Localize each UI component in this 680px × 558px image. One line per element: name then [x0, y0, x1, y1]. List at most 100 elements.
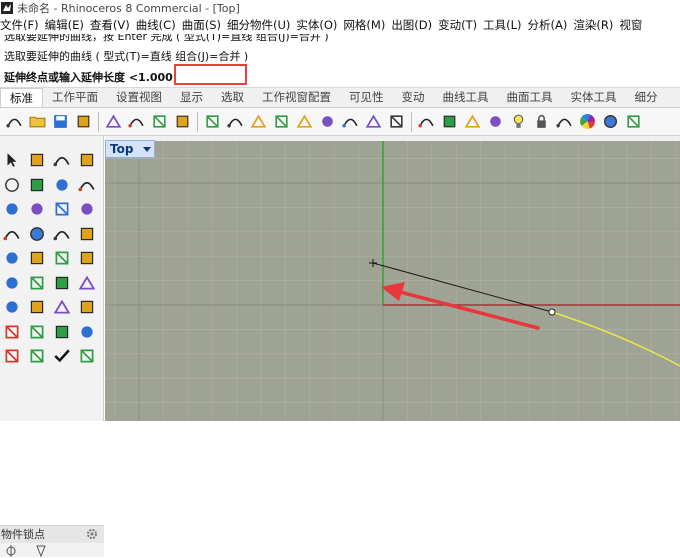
menu-item[interactable]: 编辑(E) [45, 17, 90, 33]
tab[interactable]: 选取 [212, 88, 253, 107]
grid-plane-button[interactable] [439, 111, 460, 133]
open-folder-button[interactable] [27, 111, 48, 133]
cut-icon [128, 118, 144, 128]
tab[interactable]: 细分 [626, 88, 667, 107]
menu-item[interactable]: 曲线(C) [136, 17, 182, 33]
arc-tool[interactable] [75, 173, 99, 197]
tab[interactable]: 曲线工具 [434, 88, 498, 107]
help-button[interactable] [623, 111, 644, 133]
trim-tool[interactable] [50, 246, 74, 270]
undo-button[interactable] [202, 111, 223, 133]
sphere-tool[interactable] [25, 222, 49, 246]
tab[interactable]: 显示 [171, 88, 212, 107]
tab[interactable]: 工作视窗配置 [253, 88, 340, 107]
bolt-tool[interactable] [25, 344, 49, 368]
menu-item[interactable]: 网格(M) [343, 17, 391, 33]
curve-tool[interactable] [75, 148, 99, 172]
tab[interactable]: 实体工具 [562, 88, 626, 107]
solid-box-tool[interactable] [0, 320, 24, 344]
scale-tool[interactable] [75, 295, 99, 319]
polyline-tool[interactable] [50, 148, 74, 172]
menu-item[interactable]: 查看(V) [90, 17, 136, 33]
command-input[interactable] [174, 64, 247, 85]
gear-icon[interactable] [86, 528, 98, 540]
tab[interactable]: 标准 [0, 88, 43, 107]
dimension-tool[interactable] [0, 344, 24, 368]
light-bulb-button[interactable] [508, 111, 529, 133]
grid-array-tool[interactable] [50, 320, 74, 344]
arc-center-tool[interactable] [25, 173, 49, 197]
new-file-button[interactable] [4, 111, 25, 133]
zoom-window-button[interactable] [294, 111, 315, 133]
curve-endpoint[interactable] [548, 308, 556, 316]
cut-button[interactable] [126, 111, 147, 133]
print-button[interactable] [73, 111, 94, 133]
chevron-down-icon[interactable] [143, 146, 151, 152]
curve-tool-tool[interactable] [50, 271, 74, 295]
zoom-button[interactable] [271, 111, 292, 133]
point-tool[interactable] [25, 148, 49, 172]
osnap-icon[interactable] [4, 544, 18, 558]
menu-item[interactable]: 细分物件(U) [227, 17, 296, 33]
tab[interactable]: 设置视图 [107, 88, 171, 107]
plane-tool[interactable] [75, 222, 99, 246]
mirror-tool[interactable] [50, 295, 74, 319]
four-viewports-button[interactable] [386, 111, 407, 133]
osnap-mode-icon[interactable] [34, 544, 48, 558]
check-tool[interactable] [50, 344, 74, 368]
tab[interactable]: 工作平面 [43, 88, 107, 107]
lock-button[interactable] [531, 111, 552, 133]
menu-item[interactable]: 分析(A) [528, 17, 574, 33]
color-wheel-button[interactable] [577, 111, 598, 133]
mesh-tool[interactable] [75, 344, 99, 368]
viewport-tab-top[interactable]: Top [105, 140, 155, 158]
text-tool[interactable] [25, 320, 49, 344]
box-tool[interactable] [0, 222, 24, 246]
menu-item[interactable]: 文件(F) [0, 17, 45, 33]
zoom-extents-button[interactable] [317, 111, 338, 133]
pan-hand-button[interactable] [225, 111, 246, 133]
select-arrow-tool[interactable] [0, 148, 24, 172]
save-button[interactable] [50, 111, 71, 133]
menu-item[interactable]: 曲面(S) [182, 17, 227, 33]
snap-target-button[interactable] [462, 111, 483, 133]
car-button[interactable] [416, 111, 437, 133]
split-tool[interactable] [75, 246, 99, 270]
top-viewport[interactable] [105, 141, 680, 421]
tab[interactable]: 变动 [393, 88, 434, 107]
material-button[interactable] [554, 111, 575, 133]
surface-from-curves-tool[interactable] [50, 197, 74, 221]
render-sphere-button[interactable] [600, 111, 621, 133]
export-button[interactable] [103, 111, 124, 133]
menu-item[interactable]: 渲染(R) [573, 17, 619, 33]
boolean-tool[interactable] [0, 271, 24, 295]
zoom-selected-button[interactable] [340, 111, 361, 133]
polyline-icon [53, 156, 70, 167]
menu-item[interactable]: 实体(O) [296, 17, 343, 33]
tab[interactable]: 曲面工具 [498, 88, 562, 107]
surface-edit-tool[interactable] [75, 197, 99, 221]
dots-tool[interactable] [25, 271, 49, 295]
tab[interactable]: 可见性 [340, 88, 393, 107]
rotate-view-button[interactable] [248, 111, 269, 133]
offset-tool[interactable] [75, 271, 99, 295]
menu-item[interactable]: 工具(L) [483, 17, 527, 33]
menu-item[interactable]: 视窗 [619, 17, 648, 33]
polygon-tool[interactable] [0, 197, 24, 221]
gear-options-button[interactable] [485, 111, 506, 133]
circle-tool[interactable] [0, 173, 24, 197]
cabinet-tool[interactable] [75, 320, 99, 344]
extrude-tool[interactable] [0, 295, 24, 319]
explode-tool[interactable] [0, 246, 24, 270]
array-tool[interactable] [25, 295, 49, 319]
cylinder-tool[interactable] [50, 222, 74, 246]
copy-button[interactable] [149, 111, 170, 133]
copy-icon [153, 115, 166, 128]
menu-item[interactable]: 出图(D) [391, 17, 438, 33]
paste-button[interactable] [172, 111, 193, 133]
menu-item[interactable]: 变动(T) [438, 17, 483, 33]
flash-tool[interactable] [25, 246, 49, 270]
ellipse-tool[interactable] [50, 173, 74, 197]
rotate-button[interactable] [363, 111, 384, 133]
fillet-curve-tool[interactable] [25, 197, 49, 221]
